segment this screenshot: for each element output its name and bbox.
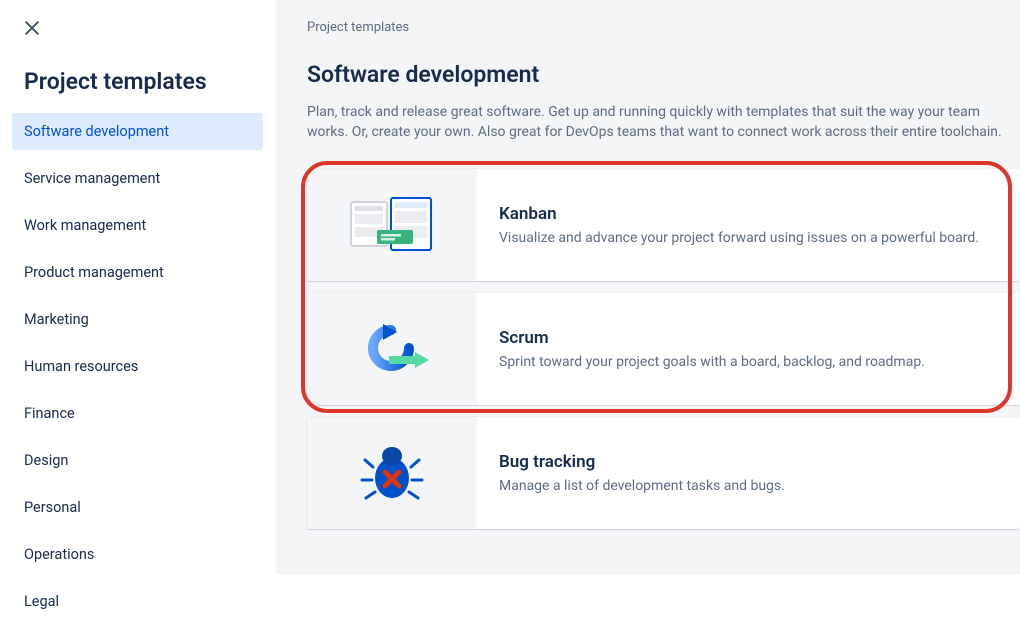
kanban-board-icon: [307, 169, 477, 281]
sidebar-item-personal[interactable]: Personal: [12, 489, 263, 526]
sidebar-item-software-development[interactable]: Software development: [12, 113, 263, 150]
template-card-kanban[interactable]: Kanban Visualize and advance your projec…: [307, 169, 1020, 281]
sidebar-item-service-management[interactable]: Service management: [12, 160, 263, 197]
breadcrumb: Project templates: [307, 20, 1020, 35]
sidebar: Project templates Software development S…: [0, 0, 275, 574]
close-icon[interactable]: [22, 18, 42, 38]
template-description: Visualize and advance your project forwa…: [499, 230, 979, 246]
template-title: Scrum: [499, 328, 925, 348]
main-panel: Project templates Software development P…: [275, 0, 1020, 574]
sidebar-item-finance[interactable]: Finance: [12, 395, 263, 432]
sidebar-item-marketing[interactable]: Marketing: [12, 301, 263, 338]
highlighted-templates-group: Kanban Visualize and advance your projec…: [307, 169, 1020, 405]
sidebar-item-operations[interactable]: Operations: [12, 536, 263, 573]
sidebar-title: Project templates: [0, 50, 275, 109]
sidebar-item-work-management[interactable]: Work management: [12, 207, 263, 244]
sidebar-item-human-resources[interactable]: Human resources: [12, 348, 263, 385]
template-title: Bug tracking: [499, 452, 785, 472]
template-card-bug-tracking[interactable]: Bug tracking Manage a list of developmen…: [307, 417, 1020, 529]
page-description: Plan, track and release great software. …: [307, 102, 1020, 143]
template-description: Sprint toward your project goals with a …: [499, 354, 925, 370]
sidebar-item-legal[interactable]: Legal: [12, 583, 263, 620]
page-title: Software development: [307, 61, 1020, 88]
sidebar-list: Software development Service management …: [0, 109, 275, 620]
template-description: Manage a list of development tasks and b…: [499, 478, 785, 494]
sidebar-item-product-management[interactable]: Product management: [12, 254, 263, 291]
template-title: Kanban: [499, 204, 979, 224]
bug-icon: [307, 417, 477, 529]
sidebar-item-design[interactable]: Design: [12, 442, 263, 479]
sprint-cycle-icon: [307, 293, 477, 405]
template-card-scrum[interactable]: Scrum Sprint toward your project goals w…: [307, 293, 1020, 405]
